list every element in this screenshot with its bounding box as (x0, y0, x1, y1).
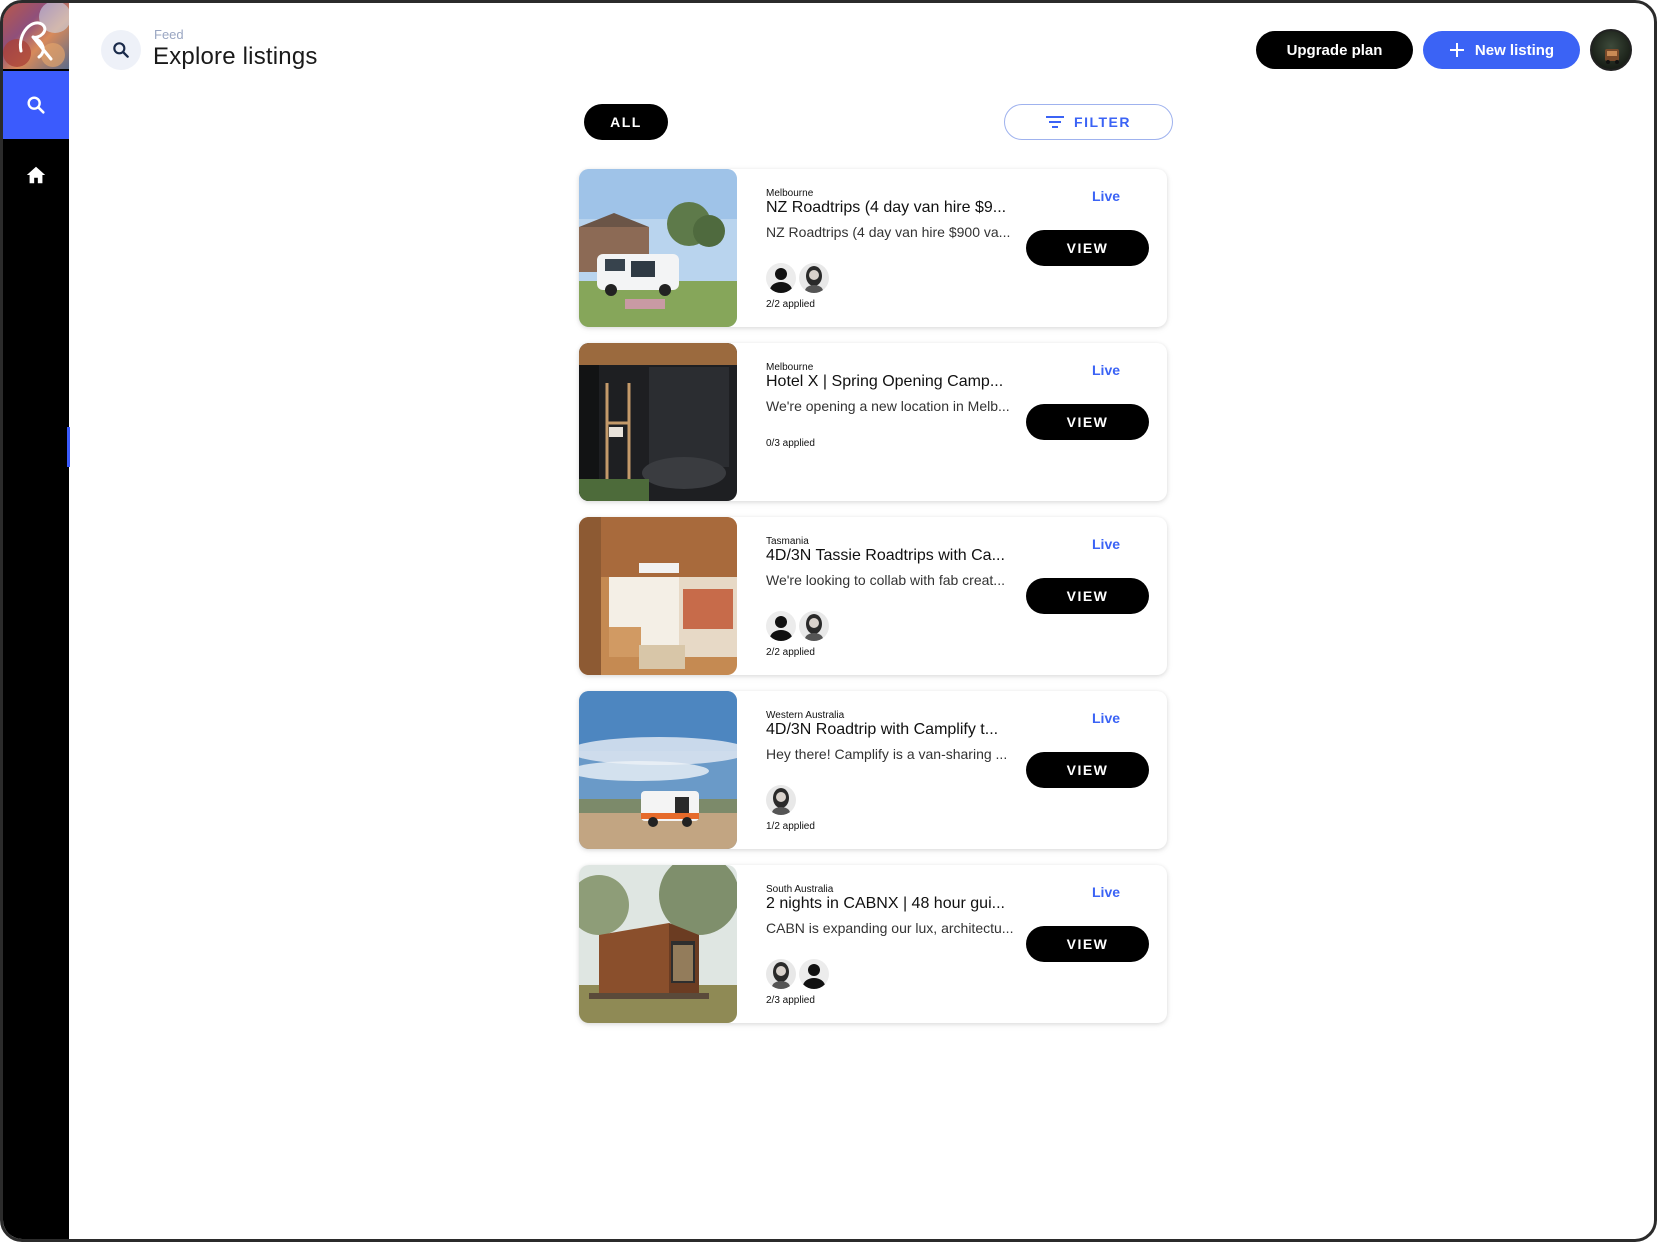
status-badge: Live (1092, 188, 1121, 204)
new-listing-button[interactable]: New listing (1423, 31, 1580, 69)
applicant-avatar[interactable] (766, 959, 796, 989)
status-badge: Live (1092, 710, 1121, 726)
view-button[interactable]: VIEW (1026, 230, 1149, 266)
listing-description: Hey there! Camplify is a van-sharing ... (766, 746, 1008, 762)
status-badge: Live (1092, 884, 1121, 900)
status-badge: Live (1092, 536, 1121, 552)
listing-card[interactable]: Melbourne Hotel X | Spring Opening Camp.… (579, 343, 1167, 501)
upgrade-plan-button[interactable]: Upgrade plan (1256, 31, 1413, 69)
listing-location: Melbourne (766, 188, 814, 199)
listing-location: Melbourne (766, 362, 814, 373)
page-title: Explore listings (153, 43, 318, 70)
filter-icon (1046, 116, 1065, 128)
listing-title: 4D/3N Roadtrip with Camplify t... (766, 721, 999, 738)
sidebar-item-home[interactable] (3, 141, 69, 209)
applied-count: 2/3 applied (766, 995, 815, 1006)
app-window: Feed Explore listings Upgrade plan New l… (0, 0, 1657, 1242)
applicant-avatar[interactable] (799, 959, 829, 989)
view-button[interactable]: VIEW (1026, 926, 1149, 962)
view-button[interactable]: VIEW (1026, 578, 1149, 614)
home-icon (26, 166, 46, 184)
upgrade-plan-label: Upgrade plan (1286, 41, 1383, 59)
view-button[interactable]: VIEW (1026, 752, 1149, 788)
plus-icon (1449, 43, 1464, 57)
listing-location: South Australia (766, 884, 834, 895)
filter-chip-all-label: ALL (610, 114, 642, 130)
filter-chip-all[interactable]: ALL (584, 104, 668, 140)
new-listing-label: New listing (1474, 41, 1555, 59)
view-button[interactable]: VIEW (1026, 404, 1149, 440)
applied-count: 2/2 applied (766, 647, 815, 658)
listing-card[interactable]: Western Australia 4D/3N Roadtrip with Ca… (579, 691, 1167, 849)
breadcrumb: Feed (154, 27, 184, 42)
listing-title: NZ Roadtrips (4 day van hire $9... (766, 199, 1007, 216)
view-button-label: VIEW (1066, 588, 1109, 604)
search-icon (27, 96, 45, 114)
listing-thumbnail[interactable] (579, 517, 737, 675)
applicant-avatars (766, 959, 829, 989)
listing-thumbnail[interactable] (579, 343, 737, 501)
applied-count: 2/2 applied (766, 299, 815, 310)
listing-thumbnail[interactable] (579, 691, 737, 849)
listing-location: Tasmania (766, 536, 809, 547)
listing-card[interactable]: Tasmania 4D/3N Tassie Roadtrips with Ca.… (579, 517, 1167, 675)
listing-card[interactable]: Melbourne NZ Roadtrips (4 day van hire $… (579, 169, 1167, 327)
listing-location: Western Australia (766, 710, 845, 721)
listing-thumbnail[interactable] (579, 169, 737, 327)
view-button-label: VIEW (1066, 240, 1109, 256)
view-button-label: VIEW (1066, 936, 1109, 952)
brand-logo[interactable] (3, 3, 69, 69)
filter-button[interactable]: FILTER (1004, 104, 1173, 140)
listing-description: We're opening a new location in Melb... (766, 398, 1010, 414)
search-icon (113, 42, 129, 58)
status-badge: Live (1092, 362, 1121, 378)
listing-thumbnail[interactable] (579, 865, 737, 1023)
listing-description: CABN is expanding our lux, architectu... (766, 920, 1014, 936)
user-avatar[interactable] (1590, 29, 1632, 71)
listing-card[interactable]: South Australia 2 nights in CABNX | 48 h… (579, 865, 1167, 1023)
filter-button-label: FILTER (1074, 114, 1131, 130)
listing-description: NZ Roadtrips (4 day van hire $900 va... (766, 224, 1011, 240)
applicant-avatar[interactable] (766, 263, 796, 293)
applicant-avatars (766, 785, 796, 815)
view-button-label: VIEW (1066, 762, 1109, 778)
applicant-avatar[interactable] (766, 785, 796, 815)
listing-title: 2 nights in CABNX | 48 hour gui... (766, 895, 1005, 912)
listing-title: 4D/3N Tassie Roadtrips with Ca... (766, 547, 1005, 564)
applicant-avatars (766, 263, 829, 293)
applied-count: 0/3 applied (766, 438, 815, 449)
listing-title: Hotel X | Spring Opening Camp... (766, 373, 1004, 390)
listing-description: We're looking to collab with fab creat..… (766, 572, 1005, 588)
applicant-avatar[interactable] (766, 611, 796, 641)
applicant-avatar[interactable] (799, 263, 829, 293)
view-button-label: VIEW (1066, 414, 1109, 430)
applicant-avatars (766, 611, 829, 641)
sidebar (3, 3, 69, 1239)
sidebar-item-search[interactable] (3, 71, 69, 139)
sidebar-scroll-indicator (67, 427, 70, 467)
applicant-avatar[interactable] (799, 611, 829, 641)
header-search-button[interactable] (101, 30, 141, 70)
applied-count: 1/2 applied (766, 821, 815, 832)
